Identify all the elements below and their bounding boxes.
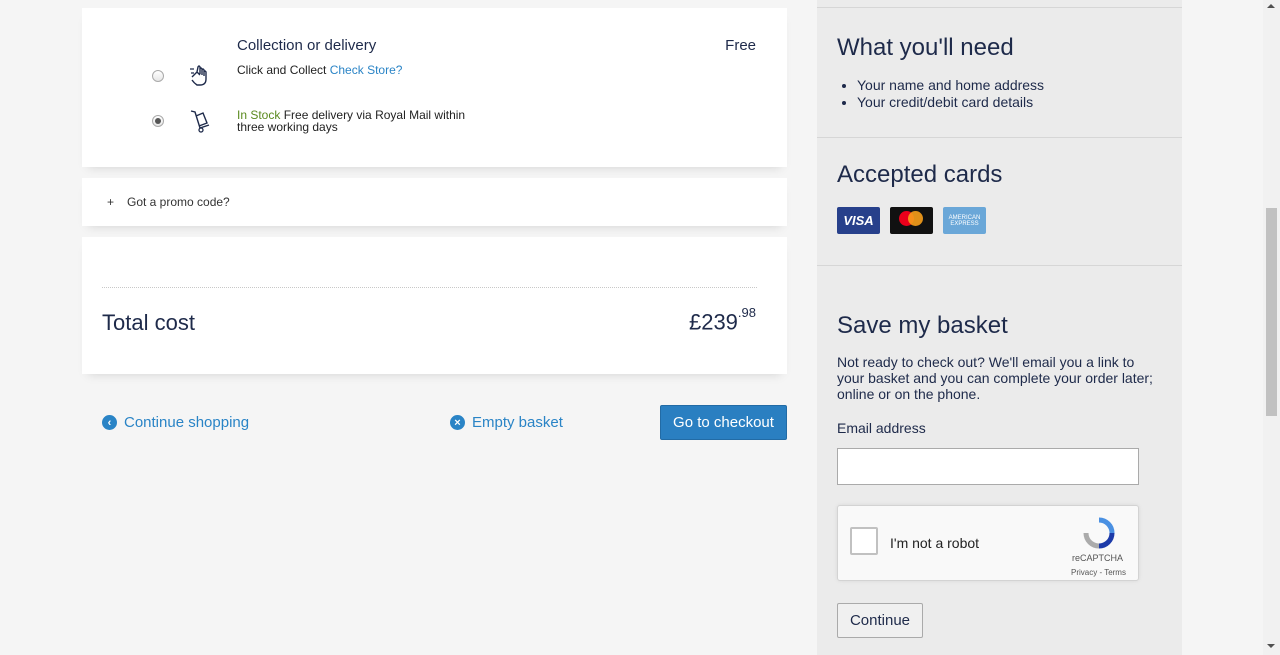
- home-delivery-radio[interactable]: [152, 115, 164, 127]
- visa-card-icon: VISA: [837, 207, 880, 234]
- hand-icon: [190, 65, 207, 86]
- need-title: What you'll need: [837, 34, 1014, 61]
- recaptcha-label: I'm not a robot: [890, 535, 980, 551]
- mastercard-icon: [890, 207, 933, 234]
- email-field[interactable]: [837, 448, 1139, 485]
- list-item: Your name and home address: [857, 77, 1044, 94]
- delivery-text-line2: three working days: [237, 120, 338, 134]
- close-icon: ×: [450, 415, 465, 430]
- recaptcha-brand: reCAPTCHA: [1072, 553, 1124, 563]
- delivery-card: Collection or delivery Free Click and Co…: [82, 8, 787, 167]
- empty-basket-label: Empty basket: [472, 414, 563, 431]
- recaptcha-checkbox[interactable]: [850, 527, 878, 555]
- scrollbar[interactable]: [1263, 0, 1280, 655]
- click-collect-radio[interactable]: [152, 70, 164, 82]
- total-label: Total cost: [102, 310, 195, 335]
- divider: [102, 287, 757, 288]
- save-description: Not ready to check out? We'll email you …: [837, 354, 1153, 402]
- divider: [817, 7, 1182, 8]
- plus-icon: +: [107, 195, 115, 209]
- recaptcha-widget: I'm not a robot reCAPTCHA Privacy - Term…: [837, 505, 1139, 581]
- promo-toggle[interactable]: + Got a promo code?: [82, 178, 787, 226]
- recaptcha-links[interactable]: Privacy - Terms: [1071, 568, 1126, 577]
- total-card: Total cost £239.98: [82, 237, 787, 374]
- total-price: £239.98: [688, 305, 756, 335]
- amex-card-icon: AMERICAN EXPRESS: [943, 207, 986, 234]
- continue-button[interactable]: Continue: [837, 603, 923, 638]
- divider: [817, 137, 1182, 138]
- delivery-price: Free: [725, 37, 756, 54]
- scroll-up-icon[interactable]: [1267, 4, 1275, 8]
- accepted-cards: VISA AMERICAN EXPRESS: [837, 207, 986, 234]
- click-collect-label: Click and Collect: [237, 63, 327, 77]
- need-list: Your name and home address Your credit/d…: [857, 77, 1044, 111]
- home-delivery-option: In Stock Free delivery via Royal Mail wi…: [237, 109, 465, 133]
- continue-shopping-label: Continue shopping: [124, 414, 250, 431]
- recaptcha-icon: [1083, 517, 1115, 549]
- empty-basket-link[interactable]: × Empty basket: [450, 414, 563, 431]
- scrollbar-thumb[interactable]: [1266, 208, 1277, 416]
- sidebar: What you'll need Your name and home addr…: [817, 0, 1182, 655]
- check-store-link[interactable]: Check Store?: [330, 63, 403, 77]
- total-price-main: £239: [688, 309, 738, 335]
- scroll-down-icon[interactable]: [1267, 644, 1275, 648]
- divider: [817, 265, 1182, 266]
- total-price-pence: .98: [737, 305, 756, 320]
- trolley-icon: [190, 110, 210, 133]
- chevron-left-icon: ‹: [102, 415, 117, 430]
- cards-title: Accepted cards: [837, 161, 1003, 188]
- list-item: Your credit/debit card details: [857, 94, 1044, 111]
- promo-label[interactable]: Got a promo code?: [127, 195, 230, 209]
- save-title: Save my basket: [837, 312, 1008, 339]
- continue-shopping-link[interactable]: ‹ Continue shopping: [102, 414, 249, 431]
- click-collect-option: Click and Collect Check Store?: [237, 64, 402, 76]
- email-label: Email address: [837, 420, 926, 436]
- delivery-title: Collection or delivery: [237, 37, 377, 54]
- checkout-button[interactable]: Go to checkout: [660, 405, 787, 440]
